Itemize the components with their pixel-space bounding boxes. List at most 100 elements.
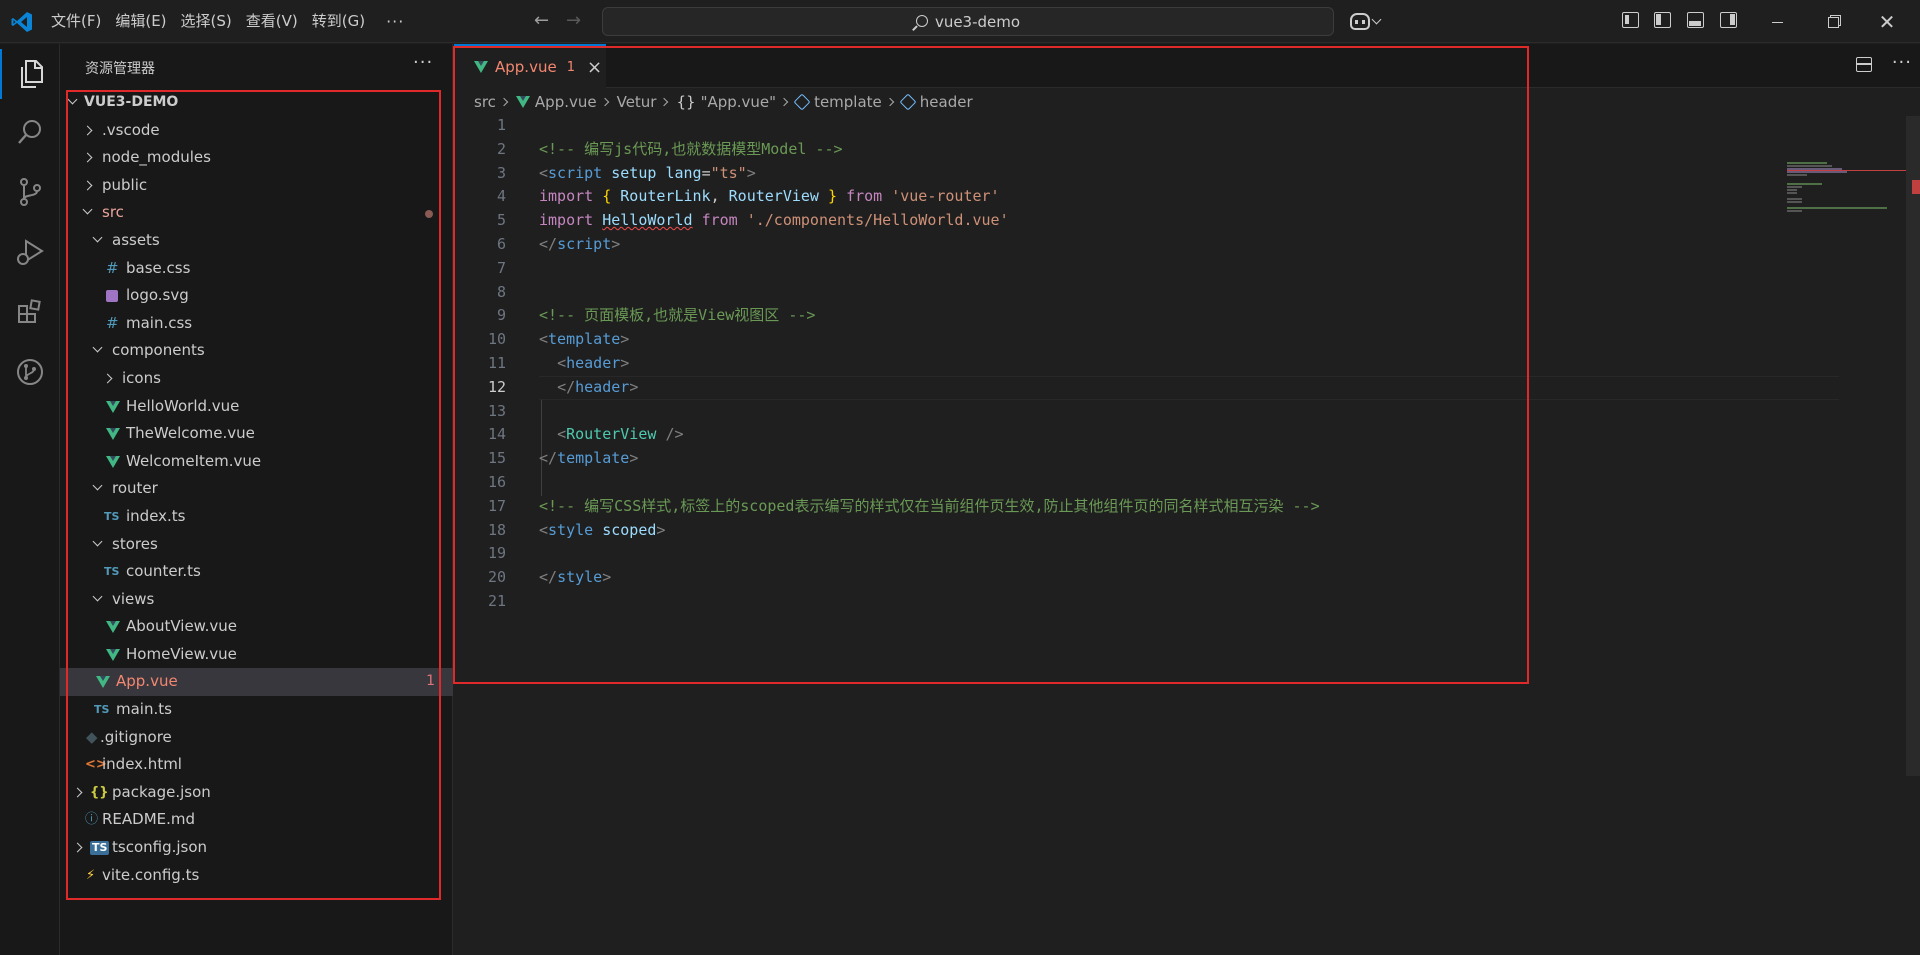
tree-item-main-ts[interactable]: TS main.ts <box>60 696 453 724</box>
tree-item-views[interactable]: views <box>60 586 453 614</box>
tab-app-vue[interactable]: App.vue 1 × <box>454 44 606 88</box>
line-number: 8 <box>496 282 506 301</box>
typescript-file-icon: TS <box>104 565 120 579</box>
tree-item-vscode[interactable]: .vscode <box>60 117 453 145</box>
menu-edit[interactable]: 编辑(E) <box>108 0 173 43</box>
breadcrumb-file[interactable]: App.vue <box>535 93 597 111</box>
tree-item-helloworld-vue[interactable]: HelloWorld.vue <box>60 393 453 421</box>
editor-tab-bar: App.vue 1 × ··· <box>454 44 1920 88</box>
breadcrumb-header[interactable]: header <box>920 93 973 111</box>
tree-item-package-json[interactable]: {} package.json <box>60 779 453 807</box>
tree-root-vue3-demo[interactable]: VUE3-DEMO <box>60 89 453 117</box>
chevron-down-icon <box>1371 14 1382 24</box>
tree-item-label: logo.svg <box>126 286 189 305</box>
extensions-activity[interactable] <box>0 287 60 337</box>
breadcrumb-template[interactable]: template <box>814 93 882 111</box>
typescript-file-icon: TS <box>104 509 120 523</box>
chevron-right-icon <box>82 125 93 136</box>
explorer-sidebar: 资源管理器 ··· VUE3-DEMO .vscode node_modules p… <box>60 44 453 955</box>
command-center-label: vue3-demo <box>934 12 1021 31</box>
explorer-activity[interactable] <box>0 49 60 99</box>
menu-view[interactable]: 查看(V) <box>239 0 305 43</box>
tree-item-tsconfig-json[interactable]: TS tsconfig.json <box>60 834 453 862</box>
tree-item-index-ts[interactable]: TS index.ts <box>60 503 453 531</box>
tree-item-base-css[interactable]: # base.css <box>60 255 453 283</box>
menu-selection[interactable]: 选择(S) <box>174 0 239 43</box>
line-number: 5 <box>496 211 506 230</box>
chevron-right-icon <box>600 97 609 107</box>
toggle-panel-icon[interactable] <box>1687 12 1704 28</box>
chevron-right-icon <box>779 97 789 107</box>
search-icon <box>18 120 41 144</box>
explorer-more-button[interactable]: ··· <box>413 52 433 73</box>
copilot-button[interactable] <box>1350 9 1390 33</box>
menu-more-button[interactable]: ··· <box>372 2 418 42</box>
tree-item-icons[interactable]: icons <box>60 365 453 393</box>
tree-item-vite-config-ts[interactable]: ⚡ vite.config.ts <box>60 862 453 890</box>
chevron-right-icon <box>72 842 83 853</box>
tree-item-label: README.md <box>102 810 196 829</box>
code-line-3: <script setup lang="ts"> <box>539 163 756 182</box>
search-activity[interactable] <box>0 107 60 157</box>
tree-item-main-css[interactable]: # main.css <box>60 310 453 338</box>
tree-item-label: src <box>102 203 124 222</box>
copilot-icon <box>1350 12 1370 30</box>
braces-icon: {} <box>676 93 696 111</box>
editor-more-button[interactable]: ··· <box>1892 52 1912 73</box>
git-graph-activity[interactable] <box>0 347 60 397</box>
line-number: 20 <box>487 568 506 587</box>
tree-item-router[interactable]: router <box>60 475 453 503</box>
tree-item-readme-md[interactable]: ⓘ README.md <box>60 806 453 834</box>
breadcrumb-src[interactable]: src <box>474 93 496 111</box>
tree-item-gitignore[interactable]: ◆ .gitignore <box>60 724 453 752</box>
tree-item-thewelcome-vue[interactable]: TheWelcome.vue <box>60 420 453 448</box>
vue-file-icon <box>106 455 120 468</box>
tree-item-public[interactable]: public <box>60 172 453 200</box>
run-debug-activity[interactable] <box>0 227 60 277</box>
tree-item-label: views <box>112 589 155 608</box>
menu-go[interactable]: 转到(G) <box>305 0 372 43</box>
tree-item-label: index.ts <box>126 506 186 525</box>
tree-item-homeview-vue[interactable]: HomeView.vue <box>60 641 453 669</box>
breadcrumb-scope[interactable]: "App.vue" <box>701 93 776 111</box>
tree-item-label: icons <box>122 368 161 387</box>
tree-item-assets[interactable]: assets <box>60 227 453 255</box>
minimap[interactable] <box>1787 92 1907 212</box>
close-window-button[interactable]: ✕ <box>1864 8 1910 36</box>
command-center-search[interactable]: vue3-demo <box>602 7 1334 36</box>
source-control-activity[interactable] <box>0 167 60 217</box>
chevron-down-icon <box>92 591 103 602</box>
customize-layout-icon[interactable] <box>1622 12 1639 28</box>
symbol-element-icon <box>793 93 811 111</box>
tree-item-stores[interactable]: stores <box>60 531 453 559</box>
code-view[interactable]: <!-- 编写js代码,也就数据模型Model --> <script setu… <box>539 114 1839 614</box>
breadcrumb-vetur[interactable]: Vetur <box>617 93 657 111</box>
tree-item-components[interactable]: components <box>60 337 453 365</box>
tree-item-counter-ts[interactable]: TS counter.ts <box>60 558 453 586</box>
tree-item-aboutview-vue[interactable]: AboutView.vue <box>60 613 453 641</box>
editor-area: App.vue 1 × ··· src App.vue Vetur {} "Ap… <box>454 44 1920 955</box>
tree-item-label: package.json <box>112 782 211 801</box>
toggle-secondary-sidebar-icon[interactable] <box>1720 12 1737 28</box>
restore-button[interactable] <box>1810 8 1856 36</box>
forward-arrow-icon[interactable]: → <box>566 10 581 31</box>
toggle-primary-sidebar-icon[interactable] <box>1654 12 1671 28</box>
tree-item-welcomeitem-vue[interactable]: WelcomeItem.vue <box>60 448 453 476</box>
code-line-20: </style> <box>539 568 612 587</box>
tree-item-node-modules[interactable]: node_modules <box>60 144 453 172</box>
chevron-down-icon <box>92 480 103 491</box>
back-arrow-icon[interactable]: ← <box>534 10 549 31</box>
vertical-scrollbar[interactable] <box>1906 116 1920 776</box>
menu-file[interactable]: 文件(F) <box>44 0 108 43</box>
tree-item-logo-svg[interactable]: logo.svg <box>60 282 453 310</box>
split-editor-icon[interactable] <box>1856 57 1872 72</box>
tree-item-label: index.html <box>102 755 182 774</box>
tree-item-label: components <box>112 341 205 360</box>
tree-item-label: counter.ts <box>126 562 201 581</box>
minimize-button[interactable] <box>1754 8 1800 36</box>
tab-close-icon[interactable]: × <box>587 57 602 78</box>
tree-item-index-html[interactable]: <> index.html <box>60 751 453 779</box>
tree-item-src[interactable]: src <box>60 199 453 227</box>
tree-item-app-vue[interactable]: App.vue 1 <box>60 668 453 697</box>
